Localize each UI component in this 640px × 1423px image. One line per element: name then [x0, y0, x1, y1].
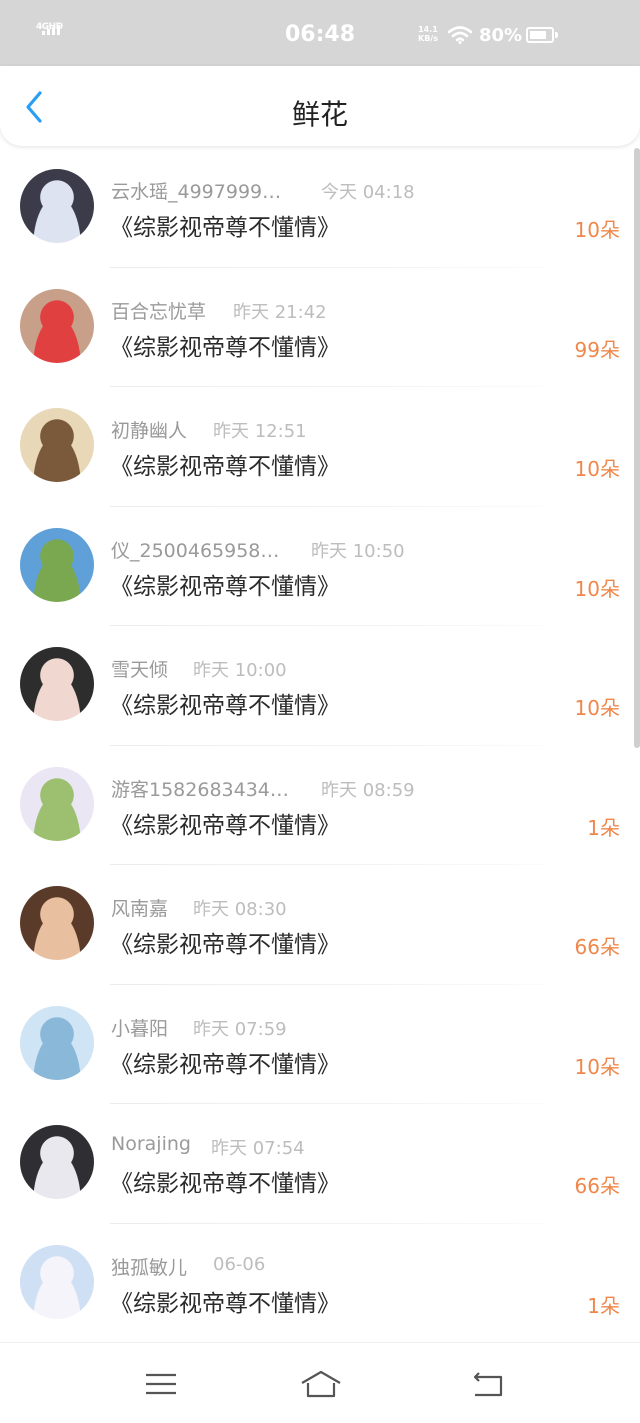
avatar[interactable]	[20, 288, 94, 363]
flower-count: 10朵	[574, 457, 620, 481]
nav-bar: 鲜花	[0, 66, 640, 146]
avatar[interactable]	[20, 1125, 94, 1199]
list-item[interactable]: 云水瑶_4997999… 今天 04:18 《综影视帝尊不懂情》 10朵	[0, 148, 640, 268]
flower-count: 99朵	[574, 337, 620, 362]
book-title: 《综影视帝尊不懂情》	[110, 693, 340, 719]
timestamp: 06-06	[213, 1253, 266, 1275]
avatar[interactable]	[20, 647, 94, 721]
list-item[interactable]: 独孤敏儿 06-06 《综影视帝尊不懂情》 1朵	[0, 1224, 640, 1343]
user-name: 百合忘忧草	[111, 300, 207, 323]
timestamp: 昨天 08:59	[321, 779, 415, 801]
system-nav-bar	[0, 1342, 640, 1423]
book-title: 《综影视帝尊不懂情》	[110, 573, 340, 600]
flower-count: 10朵	[574, 218, 620, 242]
battery-icon	[526, 27, 558, 43]
list-item[interactable]: 风南嘉 昨天 08:30 《综影视帝尊不懂情》 66朵	[0, 865, 640, 985]
flower-count: 10朵	[574, 696, 620, 720]
battery-percent: 80%	[479, 25, 523, 46]
timestamp: 昨天 21:42	[233, 301, 327, 323]
flower-count: 10朵	[574, 576, 620, 601]
book-title: 《综影视帝尊不懂情》	[110, 812, 340, 839]
scrollbar[interactable]	[634, 148, 640, 748]
list-item[interactable]: 雪天倾 昨天 10:00 《综影视帝尊不懂情》 10朵	[0, 626, 640, 746]
flower-count: 66朵	[574, 1174, 620, 1198]
list-item[interactable]: 仪_2500465958… 昨天 10:50 《综影视帝尊不懂情》 10朵	[0, 507, 640, 626]
book-title: 《综影视帝尊不懂情》	[110, 334, 340, 361]
wifi-icon	[448, 26, 472, 44]
book-title: 《综影视帝尊不懂情》	[110, 1051, 340, 1078]
flower-count: 1朵	[587, 1293, 620, 1318]
list-item[interactable]: 游客1582683434… 昨天 08:59 《综影视帝尊不懂情》 1朵	[0, 746, 640, 865]
book-title: 《综影视帝尊不懂情》	[110, 454, 340, 480]
home-icon[interactable]	[300, 1369, 342, 1399]
list-item[interactable]: 小暮阳 昨天 07:59 《综影视帝尊不懂情》 10朵	[0, 985, 640, 1104]
network-speed: 14.1 KB/s	[418, 25, 438, 43]
network-speed-value: 14.1	[418, 25, 438, 34]
flower-list: 云水瑶_4997999… 今天 04:18 《综影视帝尊不懂情》 10朵 百合忘…	[0, 148, 640, 1342]
avatar[interactable]	[20, 886, 94, 960]
book-title: 《综影视帝尊不懂情》	[110, 1290, 340, 1317]
list-item[interactable]: 百合忘忧草 昨天 21:42 《综影视帝尊不懂情》 99朵	[0, 268, 640, 387]
avatar[interactable]	[20, 169, 94, 243]
menu-icon[interactable]	[143, 1369, 179, 1399]
back-nav-icon[interactable]	[470, 1369, 506, 1399]
avatar[interactable]	[20, 1244, 94, 1319]
user-name: 小暮阳	[111, 1017, 169, 1040]
flower-count: 10朵	[574, 1054, 620, 1079]
status-bar: 4GHD 06:48 14.1 KB/s 80%	[0, 0, 640, 66]
avatar[interactable]	[20, 527, 94, 602]
user-name: 游客1582683434…	[111, 778, 289, 801]
user-name: 初静幽人	[111, 420, 188, 442]
book-title: 《综影视帝尊不懂情》	[110, 932, 340, 958]
timestamp: 昨天 10:00	[193, 660, 287, 681]
timestamp: 昨天 07:54	[211, 1138, 305, 1159]
page-title: 鲜花	[291, 98, 348, 131]
user-name: Norajing	[111, 1133, 191, 1155]
timestamp: 昨天 07:59	[193, 1018, 287, 1040]
avatar[interactable]	[20, 1005, 94, 1080]
user-name: 雪天倾	[111, 659, 169, 681]
network-speed-unit: KB/s	[418, 34, 438, 43]
timestamp: 昨天 12:51	[213, 421, 307, 442]
flower-count: 66朵	[574, 935, 620, 959]
timestamp: 昨天 08:30	[193, 899, 287, 920]
user-name: 云水瑶_4997999…	[111, 181, 282, 203]
user-name: 仪_2500465958…	[111, 539, 280, 562]
list-item[interactable]: Norajing 昨天 07:54 《综影视帝尊不懂情》 66朵	[0, 1104, 640, 1224]
timestamp: 昨天 10:50	[311, 540, 405, 562]
timestamp: 今天 04:18	[321, 182, 415, 203]
user-name: 风南嘉	[111, 898, 169, 920]
user-name: 独孤敏儿	[111, 1256, 188, 1279]
book-title: 《综影视帝尊不懂情》	[110, 1171, 340, 1197]
flower-count: 1朵	[587, 815, 620, 840]
book-title: 《综影视帝尊不懂情》	[110, 215, 340, 241]
list-item[interactable]: 初静幽人 昨天 12:51 《综影视帝尊不懂情》 10朵	[0, 387, 640, 507]
avatar[interactable]	[20, 408, 94, 482]
avatar[interactable]	[20, 766, 94, 841]
